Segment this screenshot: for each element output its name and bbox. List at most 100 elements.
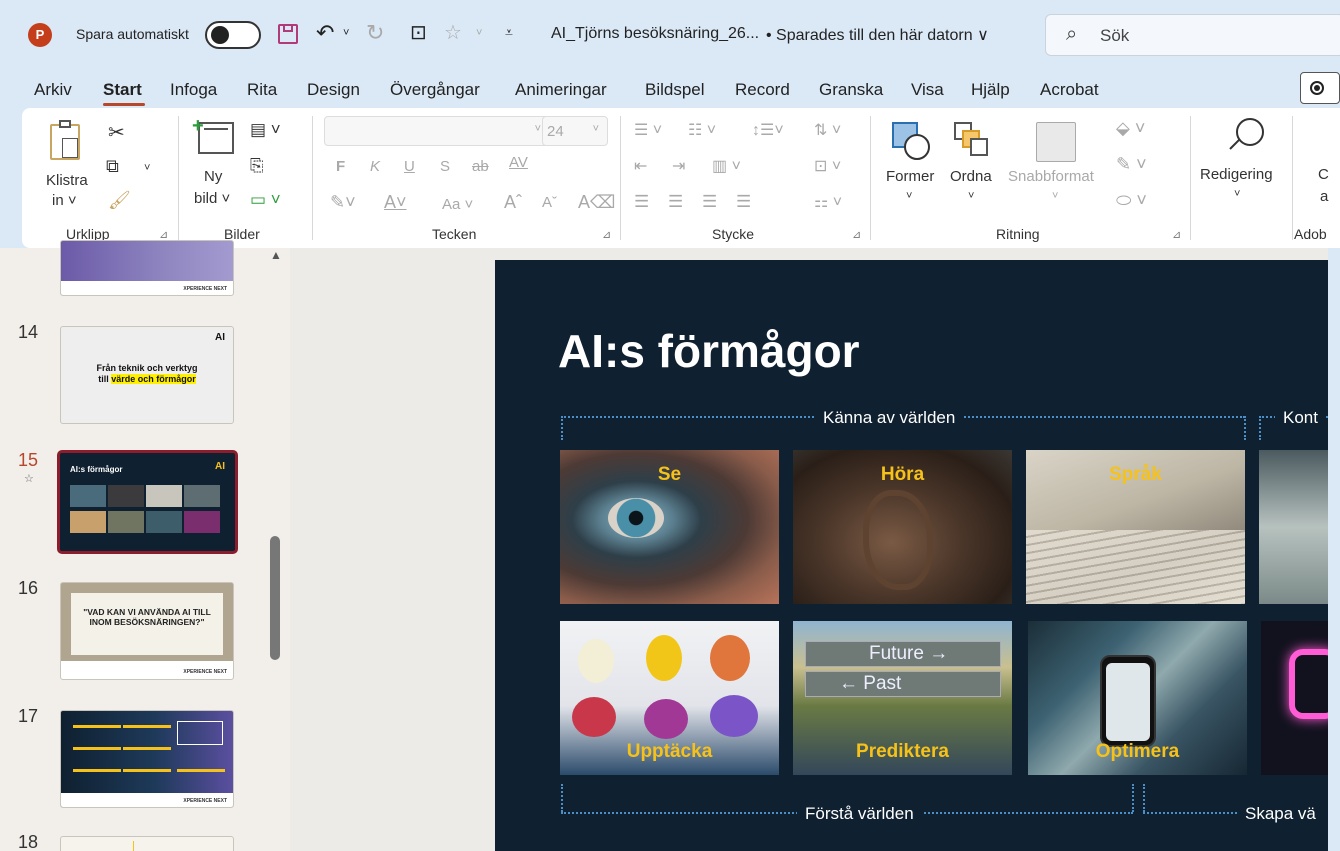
menu-arkiv[interactable]: Arkiv	[34, 80, 72, 100]
copy-dropdown-icon[interactable]: ˅	[144, 162, 150, 174]
format-painter-icon[interactable]: 🖌	[108, 190, 131, 211]
search-box[interactable]: ⌕ Sök	[1045, 14, 1340, 56]
menu-start[interactable]: Start	[103, 80, 142, 100]
bullets-icon[interactable]: ☰ ˅	[634, 120, 662, 140]
chevron-down-icon[interactable]: ˅	[968, 190, 974, 202]
save-icon[interactable]	[278, 24, 298, 44]
tile-neon-partial[interactable]	[1261, 621, 1330, 775]
cutoff-button-label[interactable]: C	[1318, 166, 1329, 183]
slide-thumbnail-15-selected[interactable]: AI:s förmågor AI	[57, 450, 238, 554]
menu-rita[interactable]: Rita	[247, 80, 277, 100]
scroll-up-icon[interactable]: ▲	[270, 248, 282, 262]
arrange-icon[interactable]	[954, 122, 992, 160]
quick-styles-label[interactable]: Snabbformat	[1008, 168, 1094, 185]
shape-effects-icon[interactable]: ⬭ ˅	[1116, 190, 1147, 211]
align-center-icon[interactable]: ☰	[668, 192, 683, 212]
reset-icon[interactable]: ⎘	[250, 156, 264, 176]
menu-granska[interactable]: Granska	[819, 80, 883, 100]
tile-prediktera[interactable]: Future → ← Past Prediktera	[793, 621, 1012, 775]
grow-font-icon[interactable]: Aˆ	[504, 192, 522, 213]
columns-icon[interactable]: ▥ ˅	[712, 156, 741, 176]
section-label-create[interactable]: Skapa vä	[1237, 804, 1324, 824]
tile-upptacka[interactable]: Upptäcka	[560, 621, 779, 775]
star-icon[interactable]: ☆	[444, 20, 462, 45]
section-icon[interactable]: ▭ ˅	[250, 190, 281, 210]
find-icon[interactable]	[1228, 118, 1268, 164]
customize-toolbar-icon[interactable]: ⩡	[505, 24, 513, 41]
font-color-icon[interactable]: A˅	[384, 192, 407, 213]
menu-infoga[interactable]: Infoga	[170, 80, 217, 100]
document-title[interactable]: AI_Tjörns besöksnäring_26...	[551, 25, 759, 43]
save-state[interactable]: • Sparades till den här datorn ∨	[766, 25, 989, 45]
arrange-label[interactable]: Ordna	[950, 168, 992, 185]
layout-icon[interactable]: ▤ ˅	[250, 120, 281, 140]
menu-visa[interactable]: Visa	[911, 80, 944, 100]
section-label-sense[interactable]: Känna av världen	[815, 408, 964, 428]
scrollbar-thumb[interactable]	[270, 536, 280, 660]
menu-animeringar[interactable]: Animeringar	[515, 80, 607, 100]
menu-design[interactable]: Design	[307, 80, 360, 100]
font-family-select[interactable]: ˅	[324, 116, 550, 146]
shadow-button[interactable]: S	[440, 158, 450, 175]
chevron-down-icon[interactable]: ˅	[1052, 190, 1058, 202]
shapes-icon[interactable]	[892, 122, 932, 162]
tile-se[interactable]: Se	[560, 450, 779, 604]
tile-sprak[interactable]: Språk	[1026, 450, 1245, 604]
align-right-icon[interactable]: ☰	[702, 192, 717, 212]
slide-thumbnail-17[interactable]: XPERIENCE NEXT	[60, 710, 234, 808]
change-case-button[interactable]: Aa ˅	[442, 196, 473, 213]
paragraph-launcher-icon[interactable]: ⊿	[852, 228, 861, 241]
text-direction-icon[interactable]: ⇅ ˅	[814, 120, 841, 140]
shrink-font-icon[interactable]: Aˇ	[542, 194, 557, 211]
tile-robot-partial[interactable]	[1259, 450, 1330, 604]
bold-button[interactable]: F	[336, 158, 345, 175]
slide-thumbnail-18[interactable]	[60, 836, 234, 851]
character-spacing-button[interactable]: AV	[509, 154, 528, 171]
tile-hora[interactable]: Höra	[793, 450, 1012, 604]
align-text-icon[interactable]: ⊡ ˅	[814, 156, 841, 176]
slide-thumbnail-panel[interactable]: XPERIENCE NEXT 14 AI Från teknik och ver…	[0, 240, 290, 851]
slide-thumbnail-13[interactable]: XPERIENCE NEXT	[60, 240, 234, 296]
numbering-icon[interactable]: ☷ ˅	[688, 120, 716, 140]
new-slide-label[interactable]: Ny	[204, 168, 222, 185]
shape-outline-icon[interactable]: ✎ ˅	[1116, 154, 1147, 175]
autosave-toggle[interactable]	[205, 21, 261, 49]
menu-hjalp[interactable]: Hjälp	[971, 80, 1010, 100]
line-spacing-icon[interactable]: ↕☰˅	[752, 120, 784, 140]
justify-icon[interactable]: ☰	[736, 192, 751, 212]
present-icon[interactable]: ⊡	[410, 20, 427, 45]
decrease-indent-icon[interactable]: ⇤	[634, 156, 647, 176]
record-radio-icon[interactable]	[1300, 72, 1340, 104]
copy-icon[interactable]: ⧉	[106, 156, 119, 177]
paste-label[interactable]: Klistra	[46, 172, 88, 189]
menu-overgangar[interactable]: Övergångar	[390, 80, 480, 100]
font-launcher-icon[interactable]: ⊿	[602, 228, 611, 241]
undo-dropdown-icon[interactable]: ˅	[343, 27, 349, 39]
star-dropdown-icon[interactable]: ˅	[476, 27, 482, 39]
slide-title[interactable]: AI:s förmågor	[558, 324, 860, 378]
tile-optimera[interactable]: Optimera	[1028, 621, 1247, 775]
shapes-label[interactable]: Former	[886, 168, 934, 185]
menu-record[interactable]: Record	[735, 80, 790, 100]
paste-icon[interactable]	[50, 120, 80, 160]
cutoff-button-label-2[interactable]: a	[1320, 188, 1328, 205]
undo-icon[interactable]: ↶	[316, 20, 334, 46]
increase-indent-icon[interactable]: ⇥	[672, 156, 685, 176]
cut-icon[interactable]: ✂	[108, 120, 125, 145]
menu-bildspel[interactable]: Bildspel	[645, 80, 705, 100]
slide-thumbnail-16[interactable]: "VAD KAN VI ANVÄNDA AI TILL INOM BESÖKSN…	[60, 582, 234, 680]
underline-button[interactable]: U	[404, 158, 415, 175]
new-slide-icon[interactable]: +	[192, 116, 234, 154]
section-label-understand[interactable]: Förstå världen	[797, 804, 922, 824]
shape-fill-icon[interactable]: ⬙ ˅	[1116, 118, 1145, 139]
section-label-control[interactable]: Kont	[1275, 408, 1326, 428]
chevron-down-icon[interactable]: ˅	[1234, 188, 1240, 200]
font-size-select[interactable]: 24 ˅	[542, 116, 608, 146]
clear-formatting-icon[interactable]: A⌫	[578, 192, 615, 213]
slide-canvas[interactable]: AI:s förmågor Känna av världen Kont Se H…	[495, 260, 1330, 851]
paste-label-2[interactable]: in ˅	[52, 192, 77, 209]
slide-thumbnail-14[interactable]: AI Från teknik och verktyg till värde oc…	[60, 326, 234, 424]
new-slide-label-2[interactable]: bild ˅	[194, 190, 230, 207]
smartart-icon[interactable]: ⚏ ˅	[814, 192, 842, 212]
quick-styles-icon[interactable]	[1036, 122, 1076, 162]
